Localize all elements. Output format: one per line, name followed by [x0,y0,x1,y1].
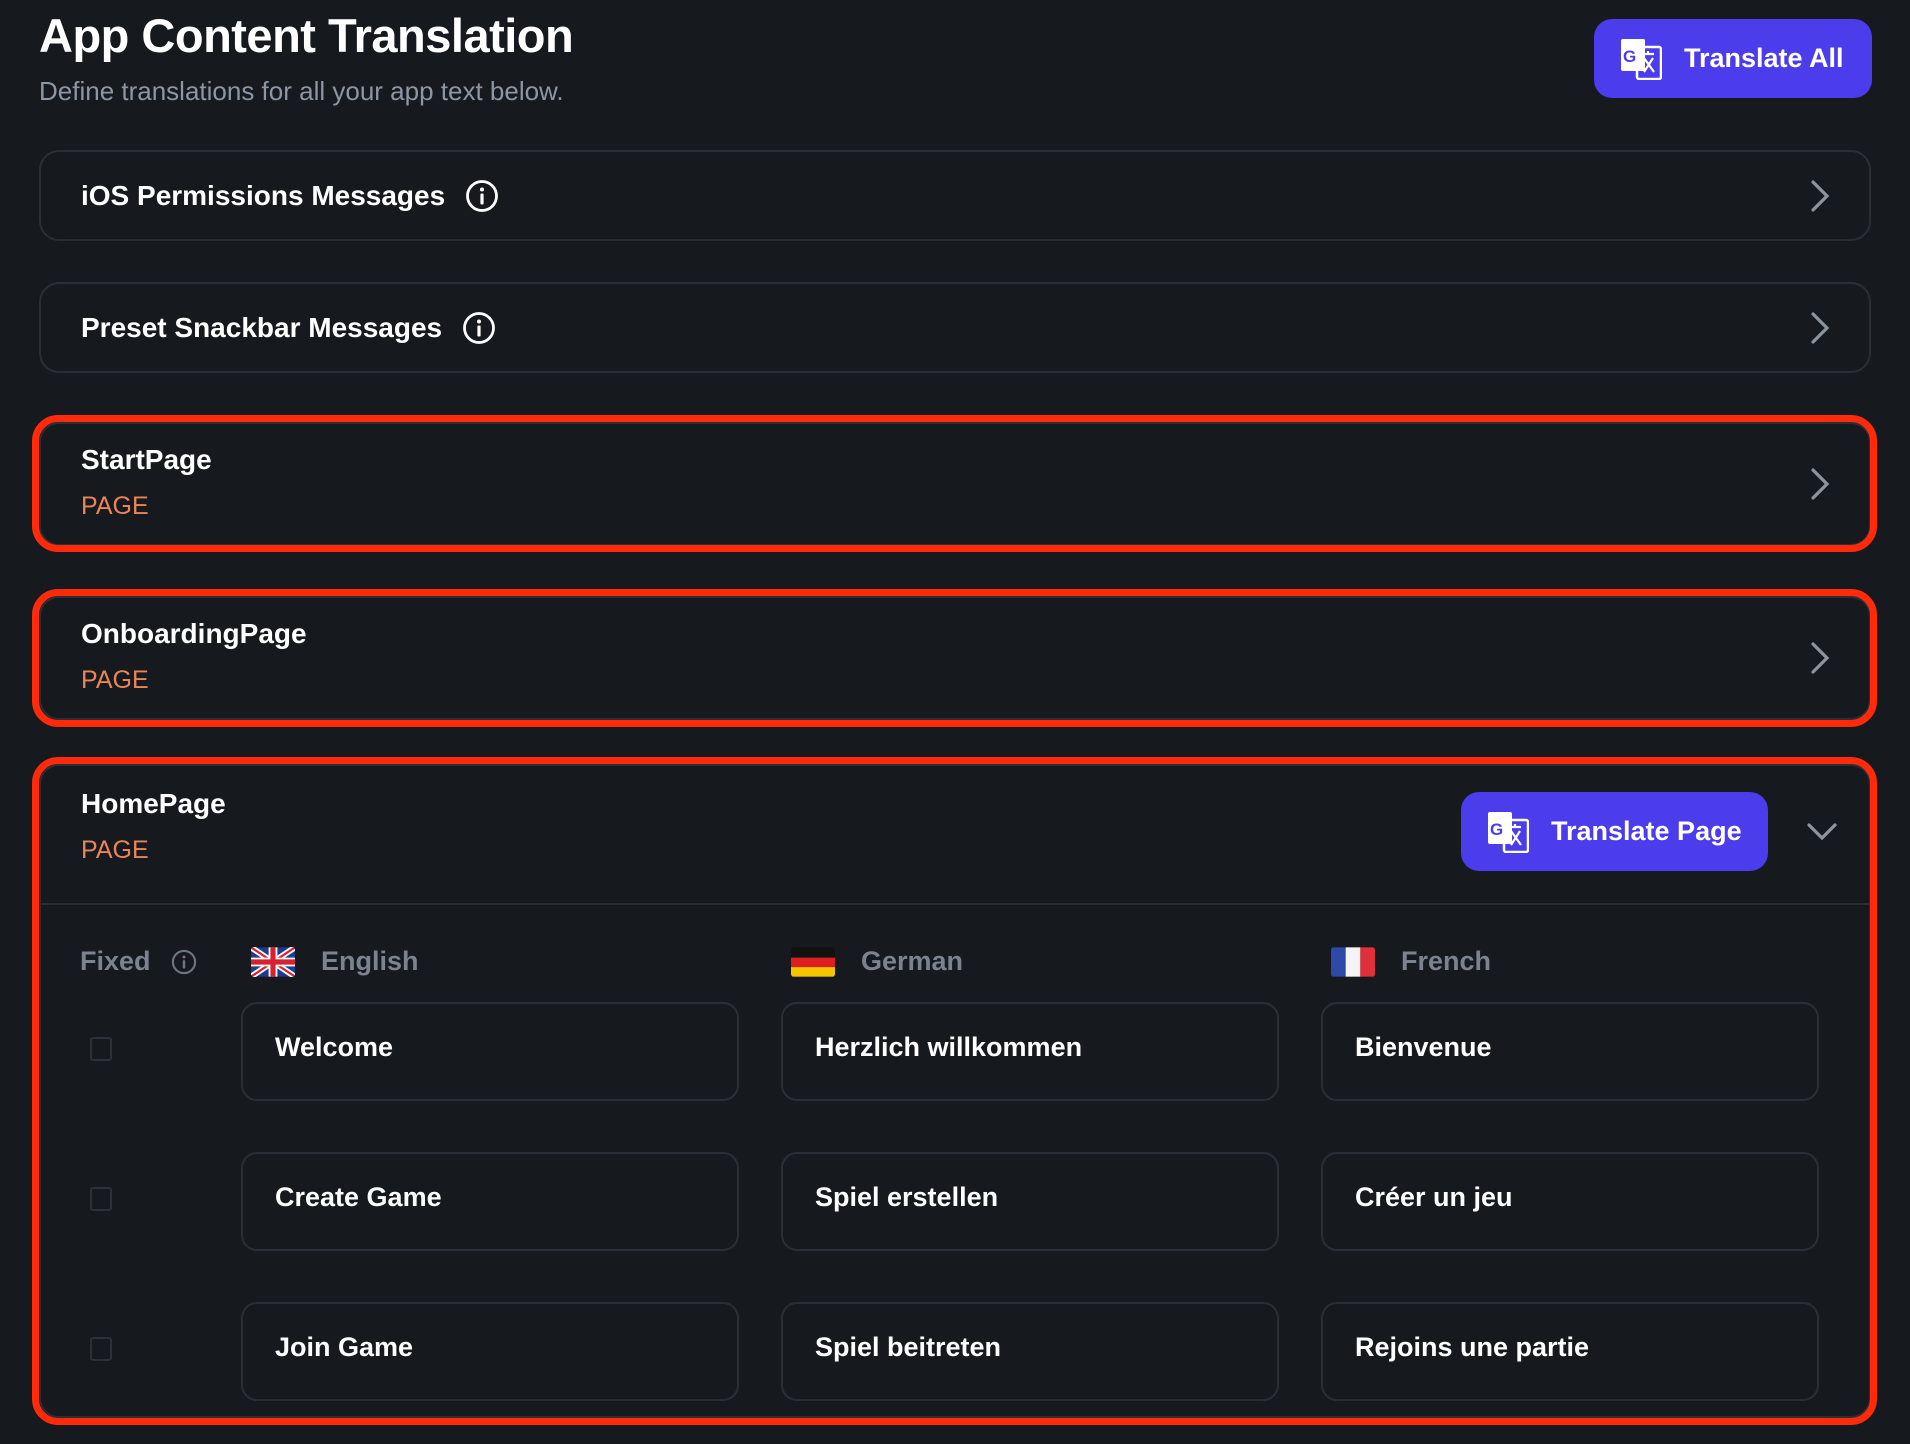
translate-all-button[interactable]: Translate All [1594,19,1872,98]
page-card-homepage: HomePage PAGE Translate Page Fixed Engli… [39,764,1871,1418]
section-label: Preset Snackbar Messages [81,311,443,343]
fixed-checkbox[interactable] [90,1037,112,1061]
translation-input-german[interactable]: Herzlich willkommen [781,1002,1279,1101]
translation-input-german[interactable]: Spiel erstellen [781,1152,1279,1251]
chevron-right-icon [1809,311,1831,345]
translation-input-french[interactable]: Bienvenue [1321,1002,1819,1101]
page-kind: PAGE [81,666,149,694]
section-ios-permissions[interactable]: iOS Permissions Messages [39,150,1871,241]
chevron-right-icon [1809,467,1831,501]
page-kind: PAGE [81,836,149,864]
fr-flag-icon [1331,946,1375,977]
info-icon[interactable] [462,311,496,345]
language-header-german: German [791,946,963,977]
translation-input-french[interactable]: Créer un jeu [1321,1152,1819,1251]
fixed-checkbox[interactable] [90,1187,112,1211]
language-header-french: French [1331,946,1491,977]
language-name: French [1401,946,1492,976]
section-label: iOS Permissions Messages [81,179,446,211]
page-card-startpage[interactable]: StartPage PAGE [39,422,1871,546]
translate-all-label: Translate All [1684,43,1844,73]
translation-input-english[interactable]: Join Game [241,1302,739,1401]
page-name: StartPage [81,444,212,475]
page-title: App Content Translation [39,9,574,62]
chevron-down-icon[interactable] [1806,822,1838,842]
page-subtitle: Define translations for all your app tex… [39,76,564,106]
language-name: English [321,946,419,976]
language-header-english: English [251,946,419,977]
gb-flag-icon [251,946,295,977]
page-kind: PAGE [81,492,149,520]
translation-input-french[interactable]: Rejoins une partie [1321,1302,1819,1401]
fixed-label: Fixed [80,946,151,976]
fixed-checkbox[interactable] [90,1337,112,1361]
de-flag-icon [791,946,835,977]
info-icon[interactable] [171,949,197,975]
page-name: HomePage [81,788,226,819]
page-card-onboardingpage[interactable]: OnboardingPage PAGE [39,596,1871,720]
page-name: OnboardingPage [81,618,307,649]
divider [41,903,1869,905]
google-translate-icon [1620,38,1662,80]
section-preset-snackbar[interactable]: Preset Snackbar Messages [39,282,1871,373]
fixed-column-header: Fixed [80,946,197,977]
translation-input-english[interactable]: Welcome [241,1002,739,1101]
translate-page-button[interactable]: Translate Page [1461,792,1768,871]
google-translate-icon [1487,811,1529,853]
translate-page-label: Translate Page [1551,816,1742,846]
translation-input-german[interactable]: Spiel beitreten [781,1302,1279,1401]
chevron-right-icon [1809,179,1831,213]
info-icon[interactable] [465,179,499,213]
chevron-right-icon [1809,641,1831,675]
language-name: German [861,946,964,976]
translation-input-english[interactable]: Create Game [241,1152,739,1251]
